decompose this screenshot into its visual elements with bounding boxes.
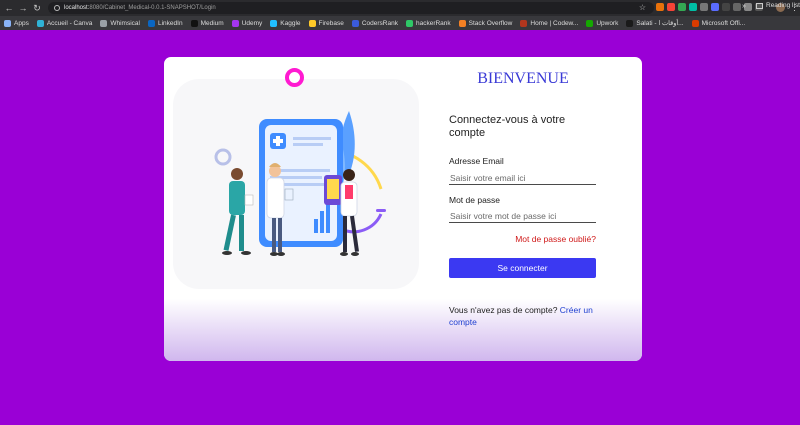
bookmark-item[interactable]: CodersRank: [351, 19, 398, 27]
info-icon[interactable]: [54, 5, 60, 11]
folder-icon: [100, 19, 108, 27]
bookmark-item[interactable]: Microsoft Offi...: [691, 19, 746, 27]
no-account-text: Vous n'avez pas de compte?: [449, 305, 558, 315]
bookmark-item[interactable]: Stack Overflow: [458, 19, 513, 27]
office-icon: [691, 19, 699, 27]
extension-icon[interactable]: [733, 3, 741, 11]
back-icon[interactable]: ←: [4, 3, 14, 13]
forgot-password-link[interactable]: Mot de passe oublié?: [515, 234, 596, 244]
bookmark-item[interactable]: Upwork: [586, 19, 619, 27]
forward-icon[interactable]: →: [18, 3, 28, 13]
bookmark-label: Firebase: [318, 19, 344, 27]
bookmark-item[interactable]: Salati - أوقات ا...: [626, 19, 684, 27]
email-field[interactable]: [449, 171, 596, 185]
medium-icon: [190, 19, 198, 27]
more-bookmarks-icon[interactable]: »: [742, 3, 746, 10]
url-path: 8080/Cabinet_Medical-0.0.1-SNAPSHOT/Logi…: [89, 5, 216, 11]
bookmark-item[interactable]: hackerRank: [405, 19, 451, 27]
extension-icon[interactable]: [722, 3, 730, 11]
reading-list-icon: [756, 2, 763, 9]
extension-icon[interactable]: [689, 3, 697, 11]
extension-icon[interactable]: [667, 3, 675, 11]
bookmark-label: Microsoft Offi...: [701, 19, 746, 27]
extension-icon[interactable]: [700, 3, 708, 11]
extension-icon[interactable]: [656, 3, 664, 11]
browser-toolbar: ← → ↻ ⌂ localhost:8080/Cabinet_Medical-0…: [0, 0, 800, 16]
address-bar[interactable]: localhost:8080/Cabinet_Medical-0.0.1-SNA…: [48, 2, 654, 14]
bookmark-label: Upwork: [596, 19, 619, 27]
welcome-title: BIENVENUE: [477, 70, 569, 87]
extension-icon[interactable]: [711, 3, 719, 11]
bookmark-item[interactable]: Firebase: [308, 19, 344, 27]
bookmark-label: Apps: [14, 19, 29, 27]
bookmarks-bar: Apps Accueil - Canva Whimsical LinkedIn Medi…: [0, 16, 800, 30]
kaggle-icon: [270, 19, 278, 27]
bookmark-label: Salati - أوقات ا...: [636, 20, 684, 27]
bookmark-item[interactable]: Apps: [4, 19, 29, 27]
bookmark-label: Accueil - Canva: [46, 19, 93, 27]
bookmark-item[interactable]: Udemy: [231, 19, 263, 27]
codewars-icon: [520, 19, 528, 27]
extensions: [656, 3, 763, 11]
codersrank-icon: [351, 19, 359, 27]
apps-grid-icon: [4, 19, 11, 27]
bookmark-label: Whimsical: [110, 19, 140, 27]
bookmark-label: Medium: [200, 19, 224, 27]
login-button[interactable]: Se connecter: [449, 258, 596, 278]
signup-prompt: Vous n'avez pas de compte? Créer un comp…: [449, 304, 609, 328]
salati-icon: [626, 19, 634, 27]
canva-icon: [36, 19, 44, 27]
extension-icon[interactable]: [678, 3, 686, 11]
bookmark-label: Home | Codew...: [530, 19, 579, 27]
bookmark-item[interactable]: Accueil - Canva: [36, 19, 93, 27]
bookmark-item[interactable]: Home | Codew...: [520, 19, 579, 27]
upwork-icon: [586, 19, 594, 27]
email-label: Adresse Email: [449, 156, 504, 166]
udemy-icon: [231, 19, 239, 27]
linkedin-icon: [147, 19, 155, 27]
bookmark-label: LinkedIn: [157, 19, 183, 27]
bookmark-label: Stack Overflow: [468, 19, 513, 27]
bookmark-label: Kaggle: [280, 19, 301, 27]
bookmark-item[interactable]: Kaggle: [270, 19, 301, 27]
bookmark-star-icon[interactable]: ☆: [639, 3, 646, 12]
reading-list-label: Reading list: [766, 2, 800, 9]
bookmark-label: hackerRank: [415, 19, 451, 27]
login-subtitle: Connectez-vous à votre compte: [449, 114, 566, 139]
bookmark-label: CodersRank: [361, 19, 398, 27]
hackerrank-icon: [405, 19, 413, 27]
stackoverflow-icon: [458, 19, 466, 27]
password-label: Mot de passe: [449, 195, 501, 205]
reading-list-button[interactable]: Reading list: [756, 2, 800, 9]
bookmark-item[interactable]: Medium: [190, 19, 224, 27]
firebase-icon: [308, 19, 316, 27]
url-host: localhost:: [64, 5, 90, 11]
bookmark-label: Udemy: [241, 19, 263, 27]
password-field[interactable]: [449, 209, 596, 223]
decorative-ring: [285, 68, 304, 87]
login-card: BIENVENUE Connectez-vous à votre compte …: [164, 57, 642, 361]
bookmark-item[interactable]: LinkedIn: [147, 19, 183, 27]
medical-team-illustration: [173, 79, 419, 289]
bookmark-item[interactable]: Whimsical: [100, 19, 140, 27]
reload-icon[interactable]: ↻: [32, 3, 42, 13]
